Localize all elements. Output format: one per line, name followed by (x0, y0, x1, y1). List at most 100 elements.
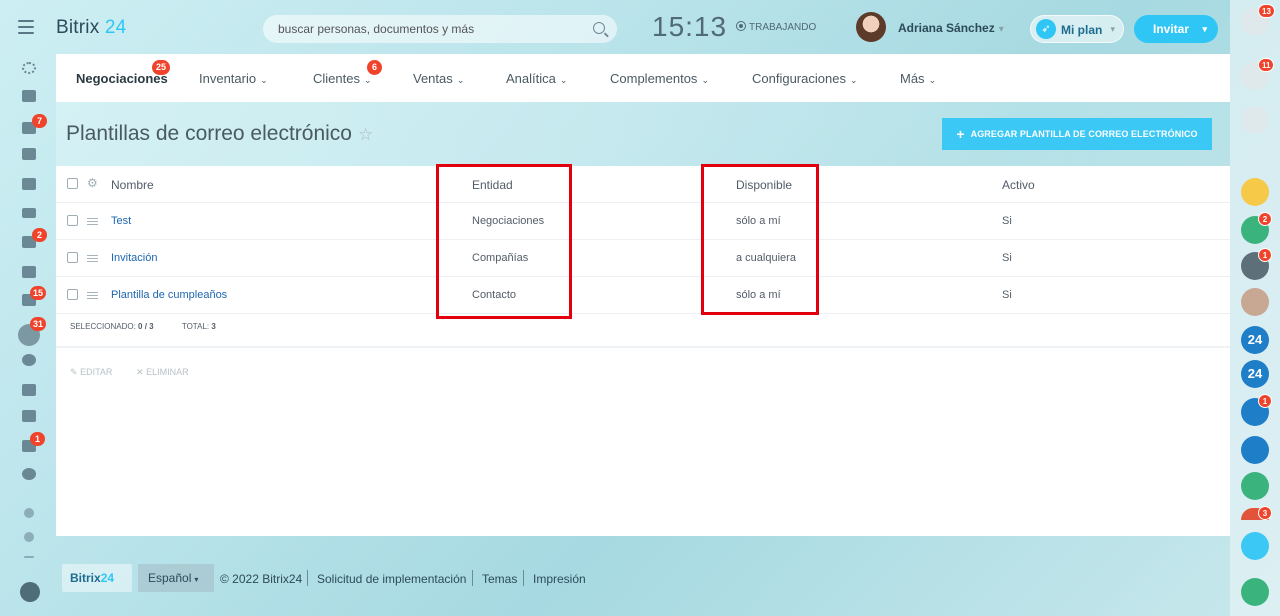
more-chats-badge: 3 (1258, 506, 1272, 520)
bitrix24-support-icon[interactable]: 24 (1241, 360, 1269, 388)
gear-icon[interactable]: ⚙ (87, 176, 98, 190)
template-name-link[interactable]: Test (111, 215, 131, 227)
themes-link[interactable]: Temas (482, 572, 517, 586)
chevron-down-icon: ▾ (194, 575, 199, 584)
footer-logo[interactable]: Bitrix24 (62, 564, 132, 592)
table-row[interactable]: Test Negociaciones sólo a mí Si (56, 203, 1230, 240)
settings-icon[interactable] (24, 532, 34, 542)
right-sidebar: 13 11 2 1 24 24 1 3 (1230, 0, 1280, 616)
negociaciones-badge: 25 (152, 60, 171, 75)
table-row[interactable]: Invitación Compañías a cualquiera Si (56, 240, 1230, 277)
my-plan-button[interactable]: ➶ Mi plan ▾ (1030, 15, 1124, 43)
pencil-icon: ✎ (70, 367, 78, 377)
row-checkbox[interactable] (67, 215, 78, 226)
mail-badge: 2 (32, 228, 47, 242)
tab-analitica[interactable]: Analítica ⌄ (506, 71, 567, 86)
tasks-badge: 15 (30, 286, 47, 300)
logo-text: Bitrix (56, 17, 100, 38)
template-name-link[interactable]: Invitación (111, 252, 157, 264)
footer-logo-number: 24 (100, 571, 115, 585)
my-plan-label: Mi plan (1061, 23, 1103, 37)
notifications-badge: 11 (1258, 58, 1275, 72)
menu-icon[interactable] (18, 20, 34, 34)
tab-label: Analítica (506, 71, 556, 86)
column-header-activo[interactable]: Activo (1002, 178, 1035, 192)
language-selector[interactable]: Español ▾ (138, 564, 214, 592)
row-menu-icon[interactable] (87, 292, 98, 299)
chevron-down-icon: ⌄ (559, 75, 568, 85)
title-bar: Plantillas de correo electrónico ☆ + AGRE… (56, 102, 1230, 168)
lock-icon[interactable] (1241, 436, 1269, 464)
chat-badge: 7 (32, 114, 47, 128)
drive-icon[interactable] (22, 208, 36, 218)
documents-icon[interactable] (22, 178, 36, 190)
tasks-list-icon[interactable] (22, 90, 36, 102)
star-icon[interactable]: ☆ (358, 125, 373, 145)
tab-inventario[interactable]: Inventario ⌄ (199, 71, 268, 86)
cart-icon[interactable] (22, 384, 36, 396)
column-header-nombre[interactable]: Nombre (111, 178, 154, 192)
implementation-link[interactable]: Solicitud de implementación (317, 572, 466, 586)
template-active: Si (1002, 289, 1012, 301)
chat-bubble-icon[interactable] (1241, 106, 1269, 134)
select-all-checkbox[interactable] (67, 178, 78, 189)
clientes-badge: 6 (367, 60, 382, 75)
add-icon[interactable] (24, 556, 34, 558)
dollar-icon[interactable] (1241, 178, 1269, 206)
chevron-down-icon: ⌄ (849, 75, 858, 85)
user-menu[interactable]: Adriana Sánchez ▾ (898, 21, 1004, 35)
more-icon[interactable] (22, 468, 36, 480)
row-menu-icon[interactable] (87, 218, 98, 225)
highlight-disponible-column (701, 164, 819, 315)
search-icon[interactable] (593, 22, 605, 34)
tab-complementos[interactable]: Complementos ⌄ (610, 71, 709, 86)
delete-action[interactable]: ✕ ELIMINAR (136, 367, 189, 378)
user-avatar[interactable] (856, 12, 886, 42)
phone-icon[interactable] (1241, 578, 1269, 606)
tab-label: Configuraciones (752, 71, 846, 86)
clock[interactable]: 15:13 (652, 11, 727, 43)
search-input[interactable] (263, 15, 563, 43)
add-email-template-button[interactable]: + AGREGAR PLANTILLA DE CORREO ELECTRÓNICO (942, 118, 1212, 150)
total-count: 3 (211, 322, 216, 331)
copyright: © 2022 Bitrix24 (220, 572, 303, 586)
user-chat-avatar[interactable] (1241, 288, 1269, 316)
bitrix24-chat-icon[interactable]: 24 (1241, 326, 1269, 354)
sitemap-icon[interactable] (24, 508, 34, 518)
template-name-link[interactable]: Plantilla de cumpleaños (111, 289, 227, 301)
row-checkbox[interactable] (67, 289, 78, 300)
plus-icon: + (956, 126, 965, 142)
tab-ventas[interactable]: Ventas ⌄ (413, 71, 464, 86)
selected-count: 0 / 3 (138, 322, 154, 331)
selected-label: SELECCIONADO: (70, 322, 136, 331)
invite-button[interactable]: Invitar ▾ (1134, 15, 1218, 43)
template-active: Si (1002, 252, 1012, 264)
crown-icon[interactable] (20, 582, 40, 602)
work-status[interactable]: TRABAJANDO (736, 21, 816, 33)
feed-icon[interactable] (22, 62, 36, 74)
footer-divider (523, 570, 524, 586)
print-link[interactable]: Impresión (533, 572, 586, 586)
tab-label: Más (900, 71, 925, 86)
contacts-icon[interactable] (22, 266, 36, 278)
row-menu-icon[interactable] (87, 255, 98, 262)
tab-mas[interactable]: Más ⌄ (900, 71, 936, 86)
row-checkbox[interactable] (67, 252, 78, 263)
footer-divider (307, 570, 308, 586)
tab-configuraciones[interactable]: Configuraciones ⌄ (752, 71, 858, 86)
chevron-down-icon: ⌄ (928, 75, 937, 85)
id-card-icon[interactable] (22, 410, 36, 422)
edit-action[interactable]: ✎ EDITAR (70, 367, 112, 378)
close-icon: ✕ (136, 367, 144, 377)
table-row[interactable]: Plantilla de cumpleaños Contacto sólo a … (56, 277, 1230, 314)
tab-clientes[interactable]: Clientes ⌄ (313, 71, 372, 86)
lock-green-icon[interactable] (1241, 472, 1269, 500)
user-name: Adriana Sánchez (898, 21, 995, 35)
search-icon[interactable] (1241, 140, 1269, 168)
status-dot-icon (736, 21, 746, 31)
target-icon[interactable] (22, 354, 36, 366)
bitrix-logo[interactable]: Bitrix 24 (56, 17, 126, 39)
copy-icon[interactable] (1241, 532, 1269, 560)
chevron-down-icon: ⌄ (456, 75, 465, 85)
calendar-icon[interactable] (22, 148, 36, 160)
